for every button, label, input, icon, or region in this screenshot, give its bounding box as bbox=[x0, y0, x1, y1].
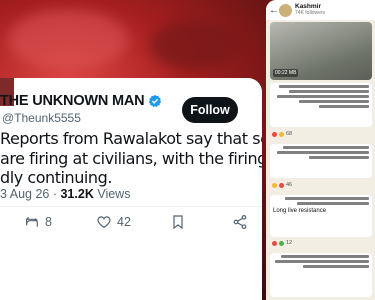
heart-icon bbox=[97, 216, 111, 229]
reply-button[interactable]: 8 bbox=[24, 214, 52, 230]
tweet-text: Reports from Rawalakot say that security… bbox=[0, 129, 262, 188]
verified-badge-icon bbox=[149, 94, 162, 108]
channel-name: Kashmir bbox=[295, 3, 322, 10]
like-count: 42 bbox=[117, 215, 131, 229]
divider bbox=[0, 206, 262, 207]
message-bubble bbox=[270, 253, 372, 297]
english-message-text: Long live resistance bbox=[273, 208, 327, 214]
reaction-count: 12 bbox=[286, 240, 293, 246]
tweet-text-line: are firing at civilians, with the firing bbox=[0, 148, 262, 168]
author-name[interactable]: THE UNKNOWN MAN bbox=[0, 93, 145, 109]
bookmark-button[interactable] bbox=[170, 214, 186, 230]
follow-button[interactable]: Follow bbox=[182, 97, 238, 123]
tweet-actions: 8 42 bbox=[0, 214, 262, 236]
reply-count: 8 bbox=[45, 215, 52, 229]
channel-avatar[interactable] bbox=[279, 3, 292, 17]
author-handle[interactable]: @Theunk5555 bbox=[2, 111, 81, 125]
tweet-date[interactable]: 3 Aug 26 bbox=[0, 187, 49, 201]
tweet-text-line: Reports from Rawalakot say that security bbox=[0, 129, 262, 148]
channel-title-block: Kashmir 74K followers bbox=[295, 3, 325, 17]
views-label: Views bbox=[97, 187, 131, 201]
author-row: THE UNKNOWN MAN bbox=[0, 93, 162, 109]
tweet-card: THE UNKNOWN MAN @Theunk5555 Follow Repor… bbox=[0, 78, 262, 300]
channel-subtitle: 74K followers bbox=[295, 10, 326, 16]
views-count: 31.2K bbox=[60, 187, 94, 201]
bookmark-icon bbox=[173, 215, 183, 230]
telegram-screenshot: ← Kashmir 74K followers 00:22 MB 68 46 L… bbox=[266, 0, 375, 300]
tweet-meta: 3 Aug 26 · 31.2K Views bbox=[0, 187, 131, 201]
reaction-row[interactable]: 46 bbox=[272, 182, 292, 188]
reaction-count: 46 bbox=[286, 182, 293, 188]
message-bubble bbox=[270, 144, 372, 178]
reaction-row[interactable]: 12 bbox=[272, 240, 292, 246]
share-button[interactable] bbox=[232, 214, 248, 230]
channel-header: ← Kashmir 74K followers bbox=[266, 0, 375, 20]
tweet-text-line: dly continuing. bbox=[0, 168, 112, 187]
back-arrow-icon[interactable]: ← bbox=[269, 5, 279, 16]
like-button[interactable]: 42 bbox=[96, 214, 131, 230]
share-icon bbox=[233, 215, 247, 229]
video-size-label: 00:22 MB bbox=[273, 69, 299, 77]
reaction-count: 68 bbox=[286, 131, 293, 137]
reaction-row[interactable]: 68 bbox=[272, 131, 292, 137]
video-thumbnail[interactable]: 00:22 MB bbox=[270, 22, 372, 80]
message-bubble: Long live resistance bbox=[270, 195, 372, 237]
message-bubble bbox=[270, 83, 372, 127]
reply-icon bbox=[26, 216, 38, 227]
